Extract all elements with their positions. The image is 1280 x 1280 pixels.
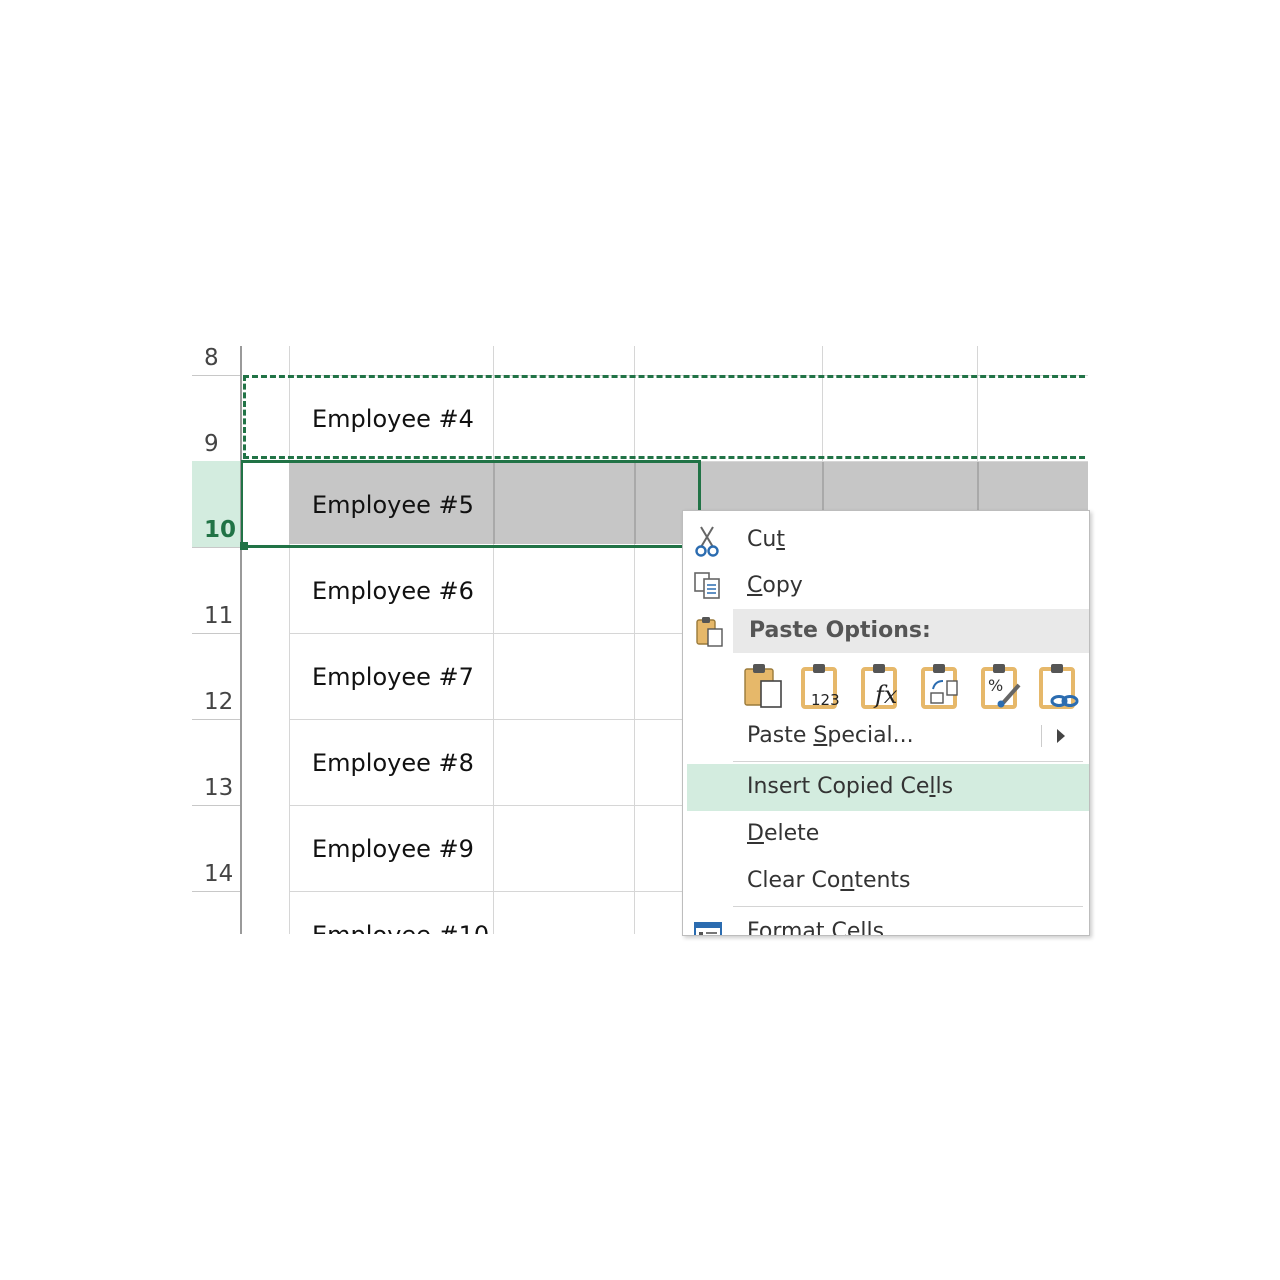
format-cells-icon	[693, 917, 723, 935]
context-menu: Cut Copy Paste Options: 123 fx % Paste S…	[682, 510, 1090, 936]
active-selection-border	[241, 460, 701, 548]
paste-values-icon[interactable]: 123	[801, 661, 845, 711]
copy-icon	[693, 571, 723, 601]
row-header[interactable]: 9	[192, 375, 240, 461]
row-header[interactable]: 13	[192, 719, 240, 805]
table-cell[interactable]: Employee #9	[290, 805, 490, 891]
menu-item-format-cells[interactable]: Format Cells...	[683, 909, 1089, 936]
menu-separator	[733, 761, 1083, 762]
menu-label: Paste Special...	[747, 723, 914, 748]
row-header-selected[interactable]: 10	[192, 461, 240, 547]
scissors-icon	[693, 525, 723, 557]
paste-icon[interactable]	[743, 661, 787, 711]
submenu-divider	[1041, 725, 1042, 747]
menu-item-delete[interactable]: Delete	[683, 811, 1089, 857]
row-header[interactable]: 8	[192, 346, 240, 375]
table-cell[interactable]: Employee #6	[290, 547, 490, 633]
svg-text:%: %	[988, 676, 1003, 695]
menu-label: Delete	[747, 821, 820, 846]
paste-link-icon[interactable]	[1039, 661, 1083, 711]
menu-item-paste-special[interactable]: Paste Special...	[683, 713, 1089, 759]
paste-options-header: Paste Options:	[733, 609, 1089, 653]
row-header[interactable]: 11	[192, 547, 240, 633]
row-header[interactable]: 12	[192, 633, 240, 719]
svg-text:fx: fx	[873, 681, 898, 709]
menu-label: Insert Copied Cells	[747, 774, 954, 799]
row-separator	[192, 891, 240, 892]
paste-options-icon	[695, 615, 725, 649]
copy-marquee	[243, 375, 1088, 459]
menu-label: Cut	[747, 527, 785, 552]
menu-label: Clear Contents	[747, 868, 911, 893]
menu-label: Copy	[747, 573, 803, 598]
menu-item-copy[interactable]: Copy	[683, 563, 1089, 609]
paste-transpose-icon[interactable]	[921, 661, 965, 711]
paste-formulas-icon[interactable]: fx	[861, 661, 905, 711]
menu-label: Format Cells...	[747, 919, 906, 936]
table-cell[interactable]: Employee #7	[290, 633, 490, 719]
menu-separator	[733, 906, 1083, 907]
submenu-arrow-icon	[1057, 729, 1065, 743]
row-header[interactable]: 14	[192, 805, 240, 891]
paste-formatting-icon[interactable]: %	[981, 661, 1025, 711]
menu-item-insert-copied-cells[interactable]: Insert Copied Cells	[687, 764, 1089, 811]
svg-text:123: 123	[811, 691, 840, 709]
menu-item-clear-contents[interactable]: Clear Contents	[683, 858, 1089, 904]
table-cell[interactable]: Employee #8	[290, 719, 490, 805]
menu-item-cut[interactable]: Cut	[683, 517, 1089, 563]
fill-handle[interactable]	[240, 542, 248, 550]
row-header-border	[240, 346, 242, 934]
table-cell[interactable]: Employee #10	[290, 891, 490, 934]
